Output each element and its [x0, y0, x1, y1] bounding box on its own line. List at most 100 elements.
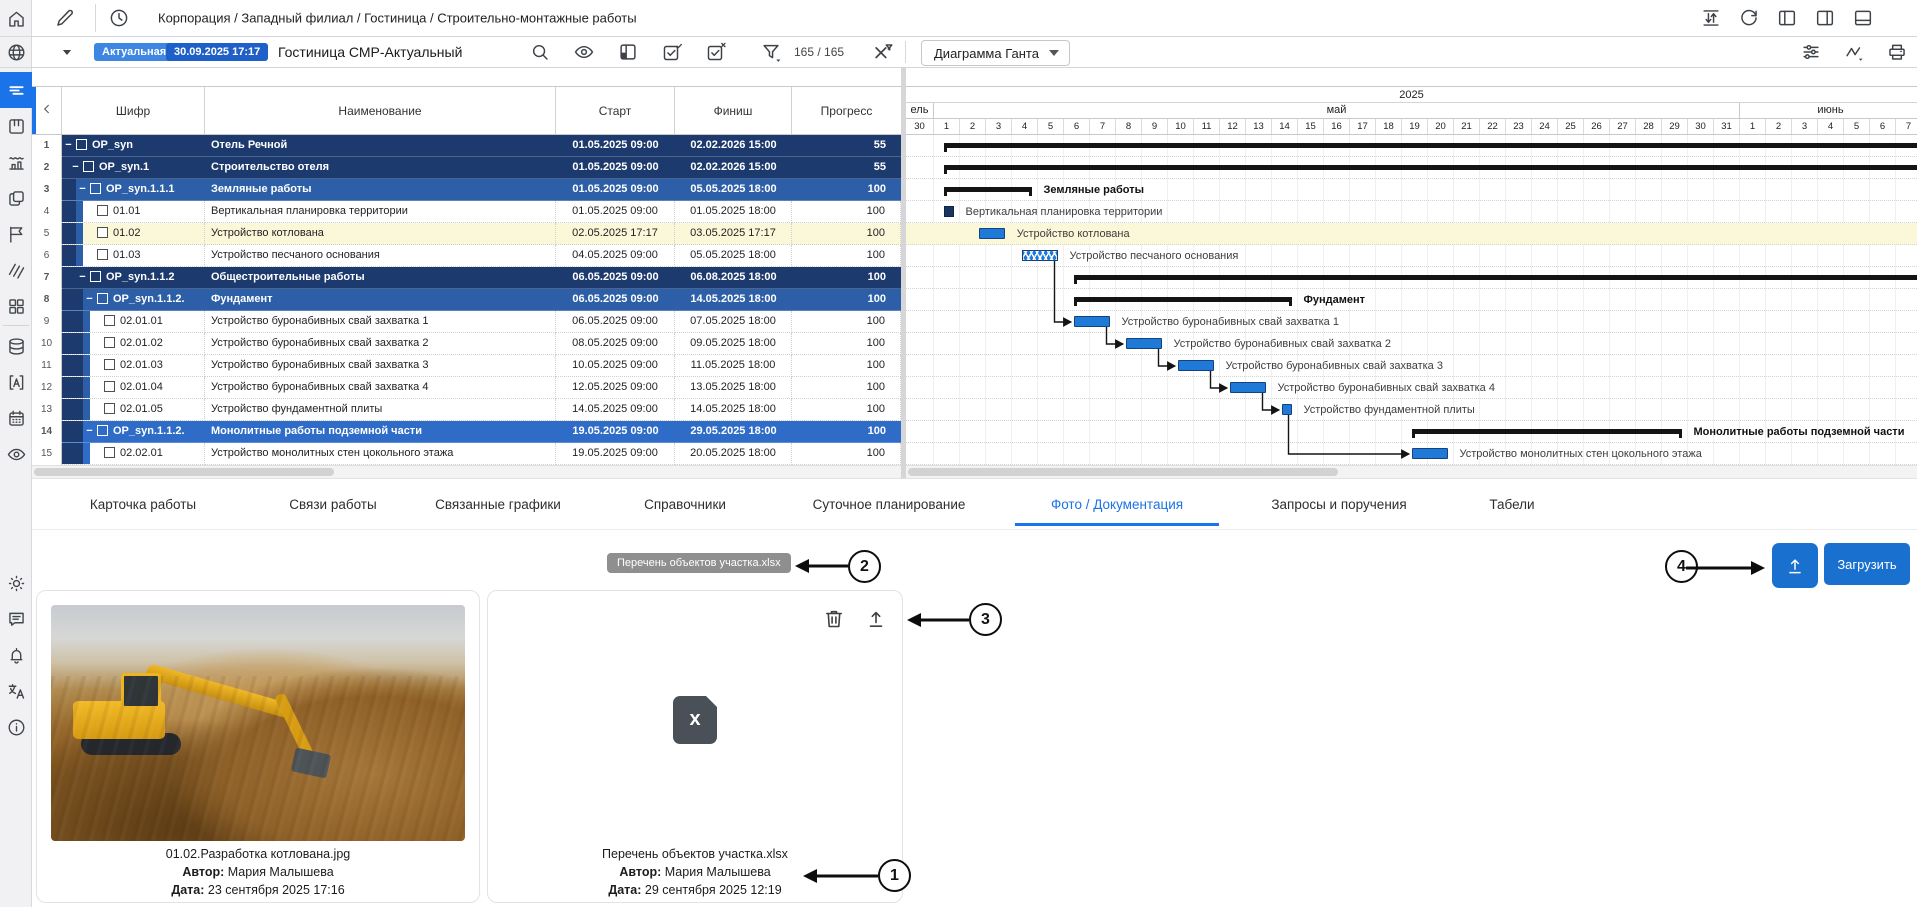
tab-6[interactable]: Фото / Документация	[1015, 479, 1219, 529]
gantt-summary-bar[interactable]	[944, 143, 1917, 148]
check-none-icon[interactable]	[703, 39, 729, 65]
collapse-toggle[interactable]: −	[76, 267, 89, 288]
file-card-spreadsheet[interactable]: x Перечень объектов участка.xlsx Автор: …	[487, 590, 903, 903]
tab-5[interactable]: Суточное планирование	[777, 479, 1002, 529]
upload-icon-button[interactable]	[1772, 543, 1818, 588]
view-selector[interactable]: Диаграмма Ганта	[921, 40, 1070, 66]
table-row[interactable]: 1−OP_synОтель Речной01.05.2025 09:0002.0…	[32, 135, 901, 157]
row-checkbox[interactable]	[97, 205, 108, 216]
gantt-task-bar[interactable]	[1230, 382, 1266, 393]
layout-center-icon[interactable]	[1812, 5, 1838, 31]
row-checkbox[interactable]	[83, 161, 94, 172]
table-row[interactable]: 1502.02.01Устройство монолитных стен цок…	[32, 443, 901, 465]
row-checkbox[interactable]	[104, 403, 115, 414]
row-checkbox[interactable]	[104, 315, 115, 326]
histogram-icon[interactable]	[0, 144, 32, 180]
row-checkbox[interactable]	[97, 425, 108, 436]
row-checkbox[interactable]	[76, 139, 87, 150]
collapse-toggle[interactable]: −	[83, 289, 96, 310]
columns-icon[interactable]	[615, 39, 641, 65]
print-icon[interactable]	[1884, 39, 1910, 65]
row-checkbox[interactable]	[90, 183, 101, 194]
scrollbar-thumb[interactable]	[908, 468, 1338, 476]
delete-file-icon[interactable]	[822, 607, 846, 631]
history-icon[interactable]	[106, 5, 132, 31]
home-icon[interactable]	[0, 0, 32, 37]
row-checkbox[interactable]	[104, 359, 115, 370]
table-row[interactable]: 1202.01.04Устройство буронабивных свай з…	[32, 377, 901, 399]
table-row[interactable]: 601.03Устройство песчаного основания04.0…	[32, 245, 901, 267]
row-checkbox[interactable]	[97, 227, 108, 238]
table-row[interactable]: 7−OP_syn.1.1.2Общестроительные работы06.…	[32, 267, 901, 289]
gantt-task-bar[interactable]	[1022, 250, 1058, 261]
hatching-icon[interactable]	[0, 252, 32, 288]
gantt-task-bar[interactable]	[944, 206, 954, 217]
notifications-icon[interactable]	[0, 637, 32, 673]
gantt-task-bar[interactable]	[1074, 316, 1110, 327]
gantt-summary-bar[interactable]	[944, 187, 1032, 192]
search-icon[interactable]	[527, 39, 553, 65]
gantt-task-bar[interactable]	[1126, 338, 1162, 349]
row-checkbox[interactable]	[104, 381, 115, 392]
preview-icon[interactable]	[571, 39, 597, 65]
filter-icon[interactable]	[758, 39, 784, 65]
gantt-task-bar[interactable]	[1282, 404, 1292, 415]
gantt-summary-bar[interactable]	[944, 165, 1917, 170]
table-row[interactable]: 2−OP_syn.1Строительство отеля01.05.2025 …	[32, 157, 901, 179]
calendar-icon[interactable]	[0, 400, 32, 436]
table-row[interactable]: 401.01Вертикальная планировка территории…	[32, 201, 901, 223]
layout-left-icon[interactable]	[1774, 5, 1800, 31]
collapse-toggle[interactable]: −	[69, 157, 82, 178]
info-icon[interactable]	[0, 709, 32, 745]
check-all-icon[interactable]	[659, 39, 685, 65]
gantt-summary-bar[interactable]	[1412, 429, 1682, 434]
column-header[interactable]: Финиш	[675, 87, 792, 134]
table-row[interactable]: 902.01.01Устройство буронабивных свай за…	[32, 311, 901, 333]
row-checkbox[interactable]	[104, 337, 115, 348]
display-settings-icon[interactable]	[1798, 39, 1824, 65]
upload-file-icon[interactable]	[864, 607, 888, 631]
upload-button[interactable]: Загрузить	[1824, 543, 1910, 585]
autotext-icon[interactable]	[0, 364, 32, 400]
column-header[interactable]: Наименование	[205, 87, 556, 134]
collapse-toggle[interactable]: −	[83, 421, 96, 442]
layout-bottom-icon[interactable]	[1850, 5, 1876, 31]
filter-clear-icon[interactable]	[870, 39, 896, 65]
row-checkbox[interactable]	[104, 447, 115, 458]
row-checkbox[interactable]	[97, 249, 108, 260]
collapse-toggle[interactable]: −	[62, 135, 75, 156]
grid-icon[interactable]	[0, 288, 32, 324]
table-row[interactable]: 501.02Устройство котлована02.05.2025 17:…	[32, 223, 901, 245]
gantt-task-bar[interactable]	[1178, 360, 1214, 371]
refresh-icon[interactable]	[1736, 5, 1762, 31]
table-row[interactable]: 1302.01.05Устройство фундаментной плиты1…	[32, 399, 901, 421]
table-row[interactable]: 3−OP_syn.1.1.1Земляные работы01.05.2025 …	[32, 179, 901, 201]
language-icon[interactable]	[0, 673, 32, 709]
globe-icon[interactable]	[0, 37, 32, 68]
links-icon[interactable]	[1841, 39, 1867, 65]
gantt-task-bar[interactable]	[1412, 448, 1448, 459]
tab-3[interactable]: Связанные графики	[399, 479, 597, 529]
table-row[interactable]: 1102.01.03Устройство буронабивных свай з…	[32, 355, 901, 377]
table-horizontal-scrollbar[interactable]	[32, 465, 901, 478]
collapse-chevron-icon[interactable]	[39, 101, 55, 120]
tab-2[interactable]: Связи работы	[253, 479, 412, 529]
flag-icon[interactable]	[0, 216, 32, 252]
gantt-horizontal-scrollbar[interactable]	[906, 465, 1917, 478]
column-header[interactable]: Шифр	[62, 87, 205, 134]
tab-8[interactable]: Табели	[1453, 479, 1570, 529]
row-checkbox[interactable]	[97, 293, 108, 304]
database-icon[interactable]	[0, 328, 32, 364]
column-header[interactable]: Прогресс	[792, 87, 901, 134]
tab-1[interactable]: Карточка работы	[54, 479, 232, 529]
tab-4[interactable]: Справочники	[608, 479, 762, 529]
edit-icon[interactable]	[52, 5, 78, 31]
copy-icon[interactable]	[0, 180, 32, 216]
file-card-photo[interactable]: 01.02.Разработка котлована.jpg Автор: Ма…	[36, 590, 480, 903]
gantt-task-bar[interactable]	[979, 228, 1005, 239]
gantt-summary-bar[interactable]	[1074, 275, 1917, 280]
row-checkbox[interactable]	[90, 271, 101, 282]
table-row[interactable]: 8−OP_syn.1.1.2.Фундамент06.05.2025 09:00…	[32, 289, 901, 311]
table-row[interactable]: 1002.01.02Устройство буронабивных свай з…	[32, 333, 901, 355]
caret-down-icon[interactable]	[54, 39, 80, 65]
